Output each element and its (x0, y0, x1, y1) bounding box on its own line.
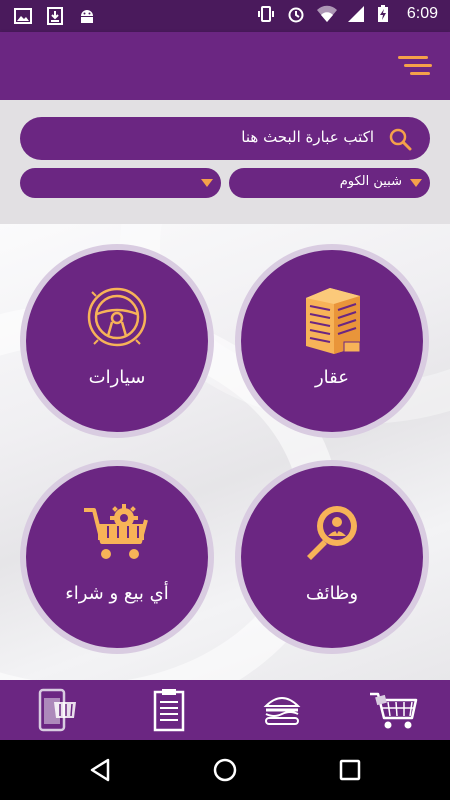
category-jobs[interactable]: وظائف (235, 460, 429, 654)
category-label: أي بيع و شراء (65, 583, 169, 604)
building-icon (300, 284, 364, 360)
category-label: عقار (314, 367, 350, 388)
category-label: سيارات (88, 367, 146, 388)
back-icon[interactable] (88, 758, 112, 782)
vibrate-icon (257, 5, 275, 23)
category-dropdown[interactable] (20, 168, 221, 198)
android-icon (78, 7, 96, 25)
wifi-icon (316, 5, 337, 23)
mobile-store-icon[interactable] (38, 688, 84, 732)
category-real-estate[interactable]: عقار (235, 244, 429, 438)
shopping-cart-icon[interactable] (368, 688, 418, 732)
shopping-cart-gear-icon (82, 500, 152, 570)
categories-grid: عقار سيارات وظائف أي بيع و شراء (0, 224, 450, 680)
status-bar: 6:09 (0, 0, 450, 32)
search-area: اكتب عبارة البحث هنا شبين الكوم (0, 100, 450, 224)
battery-charging-icon (377, 5, 395, 23)
home-icon[interactable] (213, 758, 237, 782)
recents-icon[interactable] (338, 758, 362, 782)
chevron-down-icon (410, 179, 422, 187)
category-label: وظائف (305, 583, 359, 604)
category-buy-sell[interactable]: أي بيع و شراء (20, 460, 214, 654)
clock: 6:09 (406, 5, 438, 22)
system-nav-bar (0, 740, 450, 800)
city-dropdown[interactable]: شبين الكوم (229, 168, 430, 198)
search-icon[interactable] (388, 127, 412, 151)
search-placeholder: اكتب عبارة البحث هنا (241, 128, 374, 146)
city-dropdown-value: شبين الكوم (339, 174, 402, 189)
steering-wheel-icon (84, 284, 150, 354)
chevron-down-icon (201, 179, 213, 187)
clipboard-icon[interactable] (152, 688, 198, 732)
job-search-icon (299, 500, 365, 570)
app-bar (0, 32, 450, 100)
category-cars[interactable]: سيارات (20, 244, 214, 438)
alarm-icon (287, 5, 305, 23)
burger-icon[interactable] (262, 688, 308, 732)
download-icon (46, 7, 64, 25)
image-icon (14, 7, 32, 25)
search-input[interactable]: اكتب عبارة البحث هنا (20, 117, 430, 160)
bottom-nav (0, 680, 450, 740)
signal-icon (347, 5, 365, 23)
hamburger-menu-icon[interactable] (398, 54, 432, 78)
